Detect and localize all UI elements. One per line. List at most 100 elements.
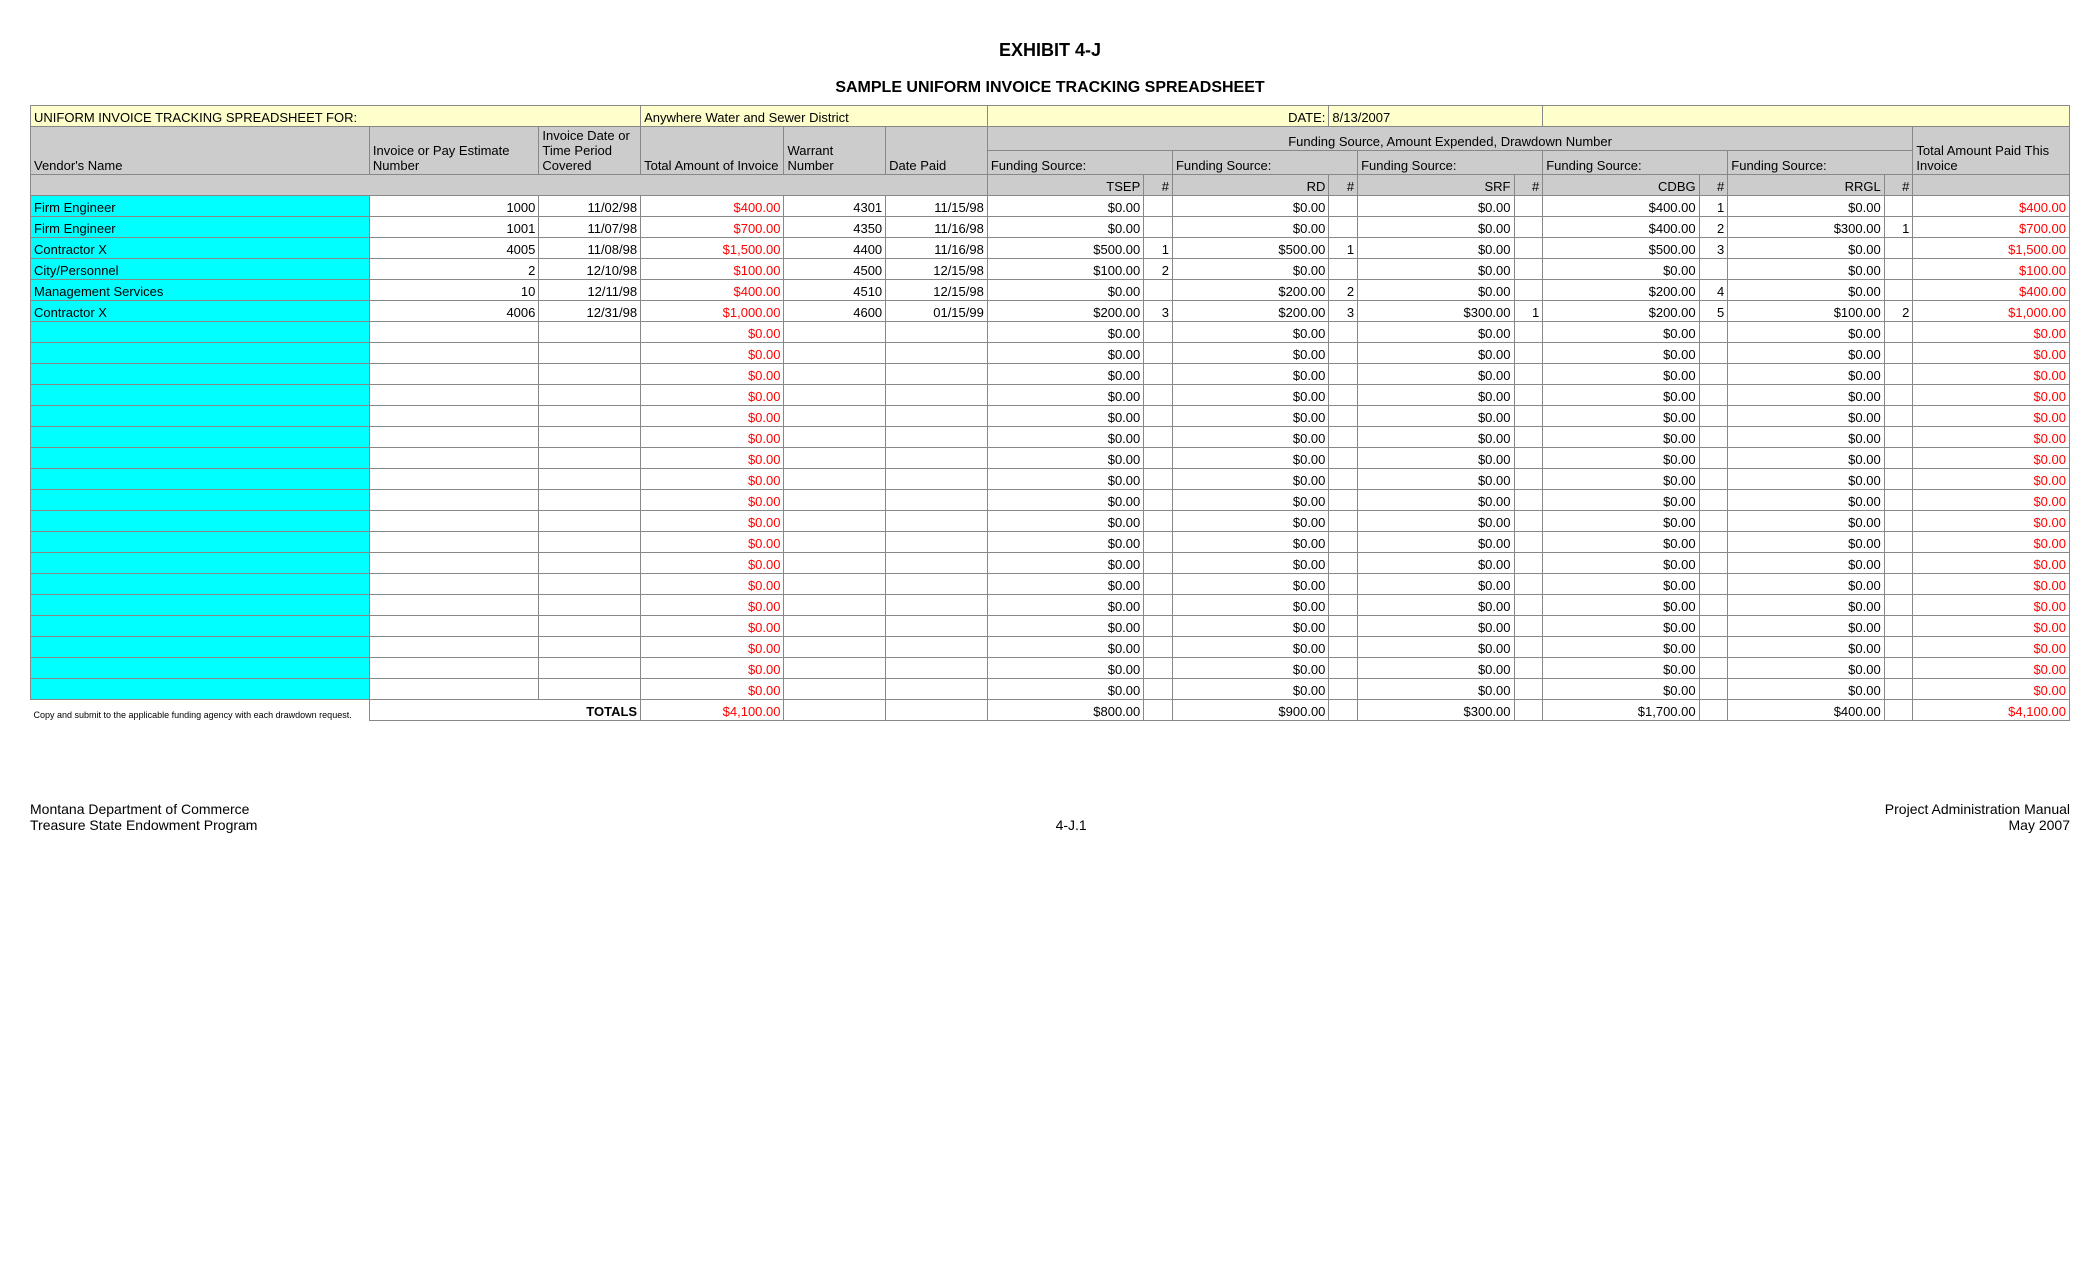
table-row: $0.00$0.00$0.00$0.00$0.00$0.00$0.00 <box>31 616 2070 637</box>
invoice-table: UNIFORM INVOICE TRACKING SPREADSHEET FOR… <box>30 105 2070 721</box>
cell <box>1329 637 1358 658</box>
cell: $0.00 <box>641 595 784 616</box>
cell <box>369 595 538 616</box>
cell <box>1144 385 1173 406</box>
cell: $0.00 <box>1543 637 1699 658</box>
cell <box>1699 322 1728 343</box>
totals-tsep: $800.00 <box>987 700 1143 721</box>
fs-label-3: Funding Source: <box>1358 151 1543 175</box>
cell: $0.00 <box>1913 427 2070 448</box>
cell <box>369 448 538 469</box>
cell: $300.00 <box>1358 301 1514 322</box>
cell: 1001 <box>369 217 538 238</box>
cell: $0.00 <box>641 385 784 406</box>
cell <box>1514 238 1543 259</box>
table-row: $0.00$0.00$0.00$0.00$0.00$0.00$0.00 <box>31 385 2070 406</box>
cell <box>886 343 988 364</box>
cell: 12/15/98 <box>886 259 988 280</box>
cell <box>31 343 370 364</box>
cell: $0.00 <box>1913 637 2070 658</box>
cell <box>1884 658 1913 679</box>
cell <box>539 574 641 595</box>
cell: $0.00 <box>641 574 784 595</box>
cell: $0.00 <box>1172 196 1328 217</box>
cell: Contractor X <box>31 301 370 322</box>
cell: $400.00 <box>641 280 784 301</box>
cell <box>886 574 988 595</box>
cell: 2 <box>369 259 538 280</box>
cell <box>539 595 641 616</box>
cell: 4350 <box>784 217 886 238</box>
page-footer: Montana Department of Commerce Treasure … <box>30 801 2070 833</box>
table-row: Management Services1012/11/98$400.004510… <box>31 280 2070 301</box>
cell: $0.00 <box>1913 511 2070 532</box>
col-invoice-no: Invoice or Pay Estimate Number <box>369 127 538 175</box>
cell: 12/15/98 <box>886 280 988 301</box>
cell: $0.00 <box>987 427 1143 448</box>
cell: 1 <box>1884 217 1913 238</box>
cell: $0.00 <box>1913 490 2070 511</box>
cell <box>369 385 538 406</box>
cell: $0.00 <box>987 217 1143 238</box>
cell: $0.00 <box>1358 532 1514 553</box>
cell: $200.00 <box>1172 280 1328 301</box>
cell <box>369 658 538 679</box>
cell <box>31 427 370 448</box>
cell: $0.00 <box>987 511 1143 532</box>
cell <box>1699 532 1728 553</box>
cell: 12/10/98 <box>539 259 641 280</box>
cell: Contractor X <box>31 238 370 259</box>
cell: $0.00 <box>1543 490 1699 511</box>
cell <box>886 532 988 553</box>
cell: City/Personnel <box>31 259 370 280</box>
cell <box>1884 343 1913 364</box>
footer-page-no: 4-J.1 <box>1056 817 1087 833</box>
cell <box>1884 679 1913 700</box>
cell <box>539 469 641 490</box>
cell <box>886 679 988 700</box>
funding-header: Funding Source, Amount Expended, Drawdow… <box>987 127 1913 151</box>
cell: $0.00 <box>1728 448 1884 469</box>
cell <box>1329 259 1358 280</box>
cell <box>369 616 538 637</box>
cell <box>1329 679 1358 700</box>
cell: $0.00 <box>1172 364 1328 385</box>
cell <box>539 658 641 679</box>
cell <box>1329 616 1358 637</box>
cell: $0.00 <box>641 679 784 700</box>
cell: $0.00 <box>641 532 784 553</box>
cell <box>784 322 886 343</box>
totals-paid: $4,100.00 <box>1913 700 2070 721</box>
cell <box>886 385 988 406</box>
cell: $0.00 <box>987 196 1143 217</box>
cell <box>1514 343 1543 364</box>
cell <box>1699 448 1728 469</box>
cell <box>1514 280 1543 301</box>
cell <box>1329 511 1358 532</box>
cell <box>1514 469 1543 490</box>
cell: $0.00 <box>1172 679 1328 700</box>
cell <box>886 511 988 532</box>
cell <box>1329 322 1358 343</box>
cell <box>539 553 641 574</box>
cell: $0.00 <box>1913 658 2070 679</box>
cell: 4400 <box>784 238 886 259</box>
cell: $0.00 <box>987 469 1143 490</box>
cell: $200.00 <box>1543 280 1699 301</box>
cell: $0.00 <box>641 637 784 658</box>
cell <box>1884 385 1913 406</box>
cell: $0.00 <box>987 637 1143 658</box>
cell: $0.00 <box>1543 259 1699 280</box>
cell: $200.00 <box>987 301 1143 322</box>
cell <box>1514 406 1543 427</box>
cell <box>31 511 370 532</box>
table-row: Contractor X400511/08/98$1,500.00440011/… <box>31 238 2070 259</box>
hash: # <box>1884 175 1913 196</box>
subtitle: SAMPLE UNIFORM INVOICE TRACKING SPREADSH… <box>30 79 2070 97</box>
cell: 3 <box>1699 238 1728 259</box>
cell <box>1699 259 1728 280</box>
cell: 1 <box>1144 238 1173 259</box>
cell: $0.00 <box>1358 469 1514 490</box>
cell <box>539 322 641 343</box>
cell <box>1514 427 1543 448</box>
